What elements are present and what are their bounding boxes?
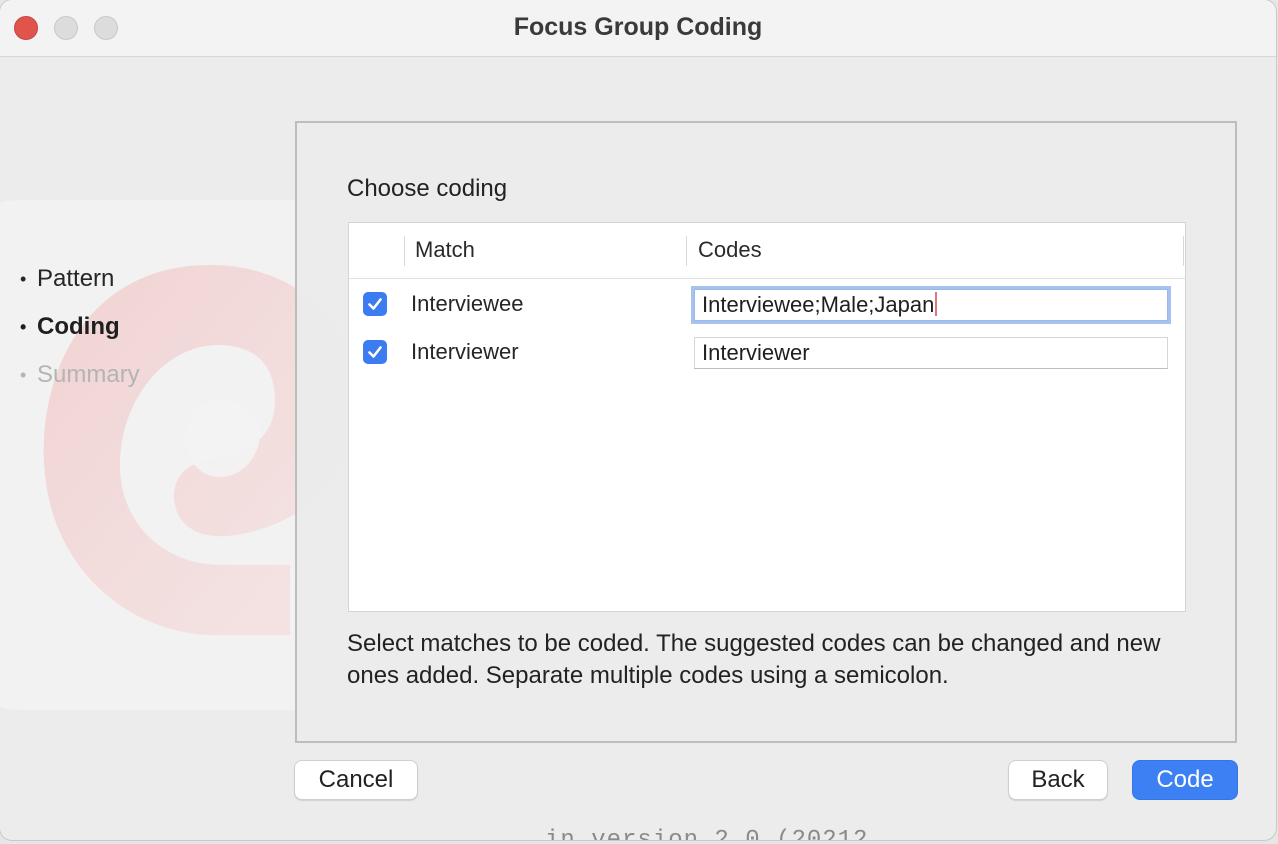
step-coding: • Coding bbox=[20, 303, 140, 351]
step-bullet: • bbox=[20, 365, 27, 385]
column-separator[interactable] bbox=[686, 236, 687, 266]
step-bullet: • bbox=[20, 269, 27, 289]
back-button[interactable]: Back bbox=[1008, 760, 1108, 800]
background-window-text: in version 2.0 (20212 bbox=[545, 826, 868, 840]
wizard-steps: • Pattern • Coding • Summary bbox=[20, 255, 140, 399]
row-checkbox[interactable] bbox=[363, 340, 387, 364]
row-checkbox[interactable] bbox=[363, 292, 387, 316]
dialog-window: Focus Group Coding • Pattern • Coding • … bbox=[0, 0, 1276, 840]
table-row[interactable]: Interviewer Interviewer bbox=[349, 328, 1185, 376]
window-title: Focus Group Coding bbox=[513, 13, 763, 41]
step-summary: • Summary bbox=[20, 351, 140, 399]
step-label: Summary bbox=[37, 361, 140, 388]
cancel-button[interactable]: Cancel bbox=[294, 760, 418, 800]
column-separator[interactable] bbox=[1183, 236, 1184, 266]
codes-input-value: Interviewee;Male;Japan bbox=[702, 292, 935, 317]
match-name: Interviewer bbox=[411, 339, 519, 364]
checkmark-icon bbox=[368, 298, 382, 310]
matches-table: Match Codes Interviewee Interviewee;Male… bbox=[348, 222, 1186, 612]
column-header-codes[interactable]: Codes bbox=[698, 237, 762, 263]
text-caret bbox=[935, 292, 938, 316]
table-row[interactable]: Interviewee Interviewee;Male;Japan bbox=[349, 280, 1185, 328]
panel-title: Choose coding bbox=[347, 175, 508, 202]
column-separator[interactable] bbox=[404, 236, 405, 266]
title-bar: Focus Group Coding bbox=[0, 0, 1276, 57]
step-pattern: • Pattern bbox=[20, 255, 140, 303]
codes-input[interactable]: Interviewer bbox=[694, 337, 1168, 369]
codes-input-value: Interviewer bbox=[702, 340, 810, 365]
step-label: Coding bbox=[37, 313, 120, 340]
checkmark-icon bbox=[368, 346, 382, 358]
step-label: Pattern bbox=[37, 265, 115, 292]
step-bullet: • bbox=[20, 317, 27, 337]
match-name: Interviewee bbox=[411, 291, 524, 316]
table-header: Match Codes bbox=[349, 223, 1185, 279]
help-text: Select matches to be coded. The suggeste… bbox=[347, 630, 1161, 689]
column-header-match[interactable]: Match bbox=[415, 237, 475, 263]
codes-input[interactable]: Interviewee;Male;Japan bbox=[694, 289, 1168, 321]
coding-panel: Choose coding Match Codes Interviewee In… bbox=[295, 121, 1237, 743]
code-button[interactable]: Code bbox=[1132, 760, 1238, 800]
